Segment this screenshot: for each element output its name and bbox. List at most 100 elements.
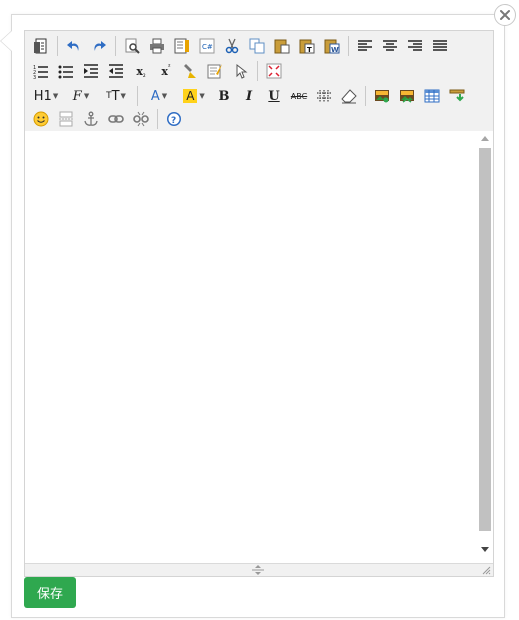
format-brush-button[interactable] bbox=[179, 60, 203, 82]
select-all-button[interactable] bbox=[229, 60, 253, 82]
cut-icon bbox=[225, 38, 239, 54]
strikethrough-icon: ABC bbox=[290, 91, 308, 101]
scroll-thumb[interactable] bbox=[479, 148, 491, 531]
fullscreen-icon bbox=[266, 63, 282, 79]
rich-text-editor: C# T W 1 2 3 x ₂ x ² H1 ▼ F ▼ T T ▼ A ▼ … bbox=[24, 30, 494, 577]
toolbar-separator bbox=[365, 86, 366, 106]
help-button[interactable]: ? bbox=[162, 108, 186, 130]
paste-word-button[interactable]: W bbox=[320, 35, 344, 57]
align-justify-icon bbox=[433, 40, 447, 51]
anchor-icon bbox=[84, 111, 98, 126]
ordered-list-icon: 123 bbox=[33, 65, 48, 79]
table-button[interactable] bbox=[420, 85, 444, 107]
emoticon-button[interactable] bbox=[29, 108, 53, 130]
chevron-down-icon bbox=[480, 547, 489, 552]
align-right-button[interactable] bbox=[403, 35, 427, 57]
svg-text:?: ? bbox=[171, 116, 176, 126]
editor-statusbar bbox=[25, 563, 493, 576]
chevron-up-icon bbox=[480, 136, 489, 141]
font-family-dropdown[interactable]: F ▼ bbox=[64, 85, 98, 107]
undo-icon bbox=[67, 41, 79, 51]
svg-text:W: W bbox=[331, 46, 339, 54]
underline-button[interactable]: U bbox=[262, 85, 286, 107]
print-icon bbox=[150, 38, 164, 54]
preview-button[interactable] bbox=[120, 35, 144, 57]
cut-button[interactable] bbox=[220, 35, 244, 57]
italic-icon: I bbox=[245, 88, 253, 104]
unlink-icon bbox=[133, 111, 149, 127]
align-center-button[interactable] bbox=[378, 35, 402, 57]
multi-image-button[interactable] bbox=[395, 85, 419, 107]
print-button[interactable] bbox=[145, 35, 169, 57]
horizontal-rule-button[interactable] bbox=[312, 85, 336, 107]
close-icon bbox=[500, 10, 510, 20]
heading-dropdown[interactable]: H1 ▼ bbox=[29, 85, 63, 107]
paste-word-icon: W bbox=[324, 39, 340, 54]
unordered-list-button[interactable] bbox=[54, 60, 78, 82]
strikethrough-button[interactable]: ABC bbox=[287, 85, 311, 107]
font-color-dropdown[interactable]: A ▼ bbox=[142, 85, 176, 107]
heading-label: H1 bbox=[33, 88, 52, 104]
align-center-icon bbox=[383, 40, 397, 51]
align-right-icon bbox=[408, 40, 422, 51]
emoticon-icon bbox=[33, 111, 49, 127]
clear-format-icon bbox=[207, 64, 222, 79]
insert-row-button[interactable] bbox=[445, 85, 469, 107]
italic-button[interactable]: I bbox=[237, 85, 261, 107]
resize-handle-icon[interactable] bbox=[251, 565, 265, 575]
unlink-button[interactable] bbox=[129, 108, 153, 130]
bold-button[interactable]: B bbox=[212, 85, 236, 107]
align-left-button[interactable] bbox=[353, 35, 377, 57]
outdent-button[interactable] bbox=[104, 60, 128, 82]
scroll-up-arrow[interactable] bbox=[476, 135, 493, 145]
toolbar-separator bbox=[115, 36, 116, 56]
save-button[interactable]: 保存 bbox=[24, 577, 76, 608]
copy-icon bbox=[249, 38, 265, 54]
preview-icon bbox=[125, 38, 140, 54]
link-button[interactable] bbox=[104, 108, 128, 130]
eraser-button[interactable] bbox=[337, 85, 361, 107]
fullscreen-button[interactable] bbox=[262, 60, 286, 82]
insert-row-icon bbox=[449, 89, 465, 102]
image-button[interactable] bbox=[370, 85, 394, 107]
page-break-button[interactable] bbox=[54, 108, 78, 130]
align-left-icon bbox=[358, 40, 372, 51]
unordered-list-icon bbox=[58, 65, 73, 79]
paste-text-button[interactable]: T bbox=[295, 35, 319, 57]
align-justify-button[interactable] bbox=[428, 35, 452, 57]
source-button[interactable] bbox=[29, 35, 53, 57]
anchor-button[interactable] bbox=[79, 108, 103, 130]
close-button[interactable] bbox=[494, 4, 516, 26]
link-icon bbox=[108, 115, 124, 123]
paste-text-icon: T bbox=[299, 39, 315, 54]
scroll-down-arrow[interactable] bbox=[476, 547, 493, 557]
format-brush-icon bbox=[184, 64, 196, 78]
subscript-button[interactable]: x₂ bbox=[129, 60, 153, 82]
redo-icon bbox=[94, 41, 106, 51]
code-button[interactable]: C# bbox=[195, 35, 219, 57]
template-button[interactable] bbox=[170, 35, 194, 57]
toolbar-separator bbox=[348, 36, 349, 56]
bold-icon: B bbox=[218, 88, 230, 104]
indent-button[interactable] bbox=[79, 60, 103, 82]
copy-button[interactable] bbox=[245, 35, 269, 57]
multi-image-icon bbox=[400, 90, 414, 103]
subscript-mark: ₂ bbox=[142, 71, 146, 79]
clear-format-button[interactable] bbox=[204, 60, 228, 82]
resize-corner-icon[interactable] bbox=[482, 566, 491, 575]
help-icon: ? bbox=[167, 112, 181, 126]
ordered-list-button[interactable]: 123 bbox=[29, 60, 53, 82]
highlight-color-dropdown[interactable]: A ▼ bbox=[177, 85, 211, 107]
paste-button[interactable] bbox=[270, 35, 294, 57]
svg-text:T: T bbox=[307, 46, 312, 54]
editor-content-area[interactable] bbox=[25, 131, 476, 563]
page-break-icon bbox=[59, 111, 73, 127]
template-icon bbox=[174, 38, 189, 54]
superscript-button[interactable]: x² bbox=[154, 60, 178, 82]
undo-button[interactable] bbox=[62, 35, 86, 57]
redo-button[interactable] bbox=[87, 35, 111, 57]
table-icon bbox=[424, 89, 440, 103]
toolbar-separator bbox=[157, 109, 158, 129]
font-size-dropdown[interactable]: T T ▼ bbox=[99, 85, 133, 107]
editor-scrollbar[interactable] bbox=[476, 131, 493, 563]
